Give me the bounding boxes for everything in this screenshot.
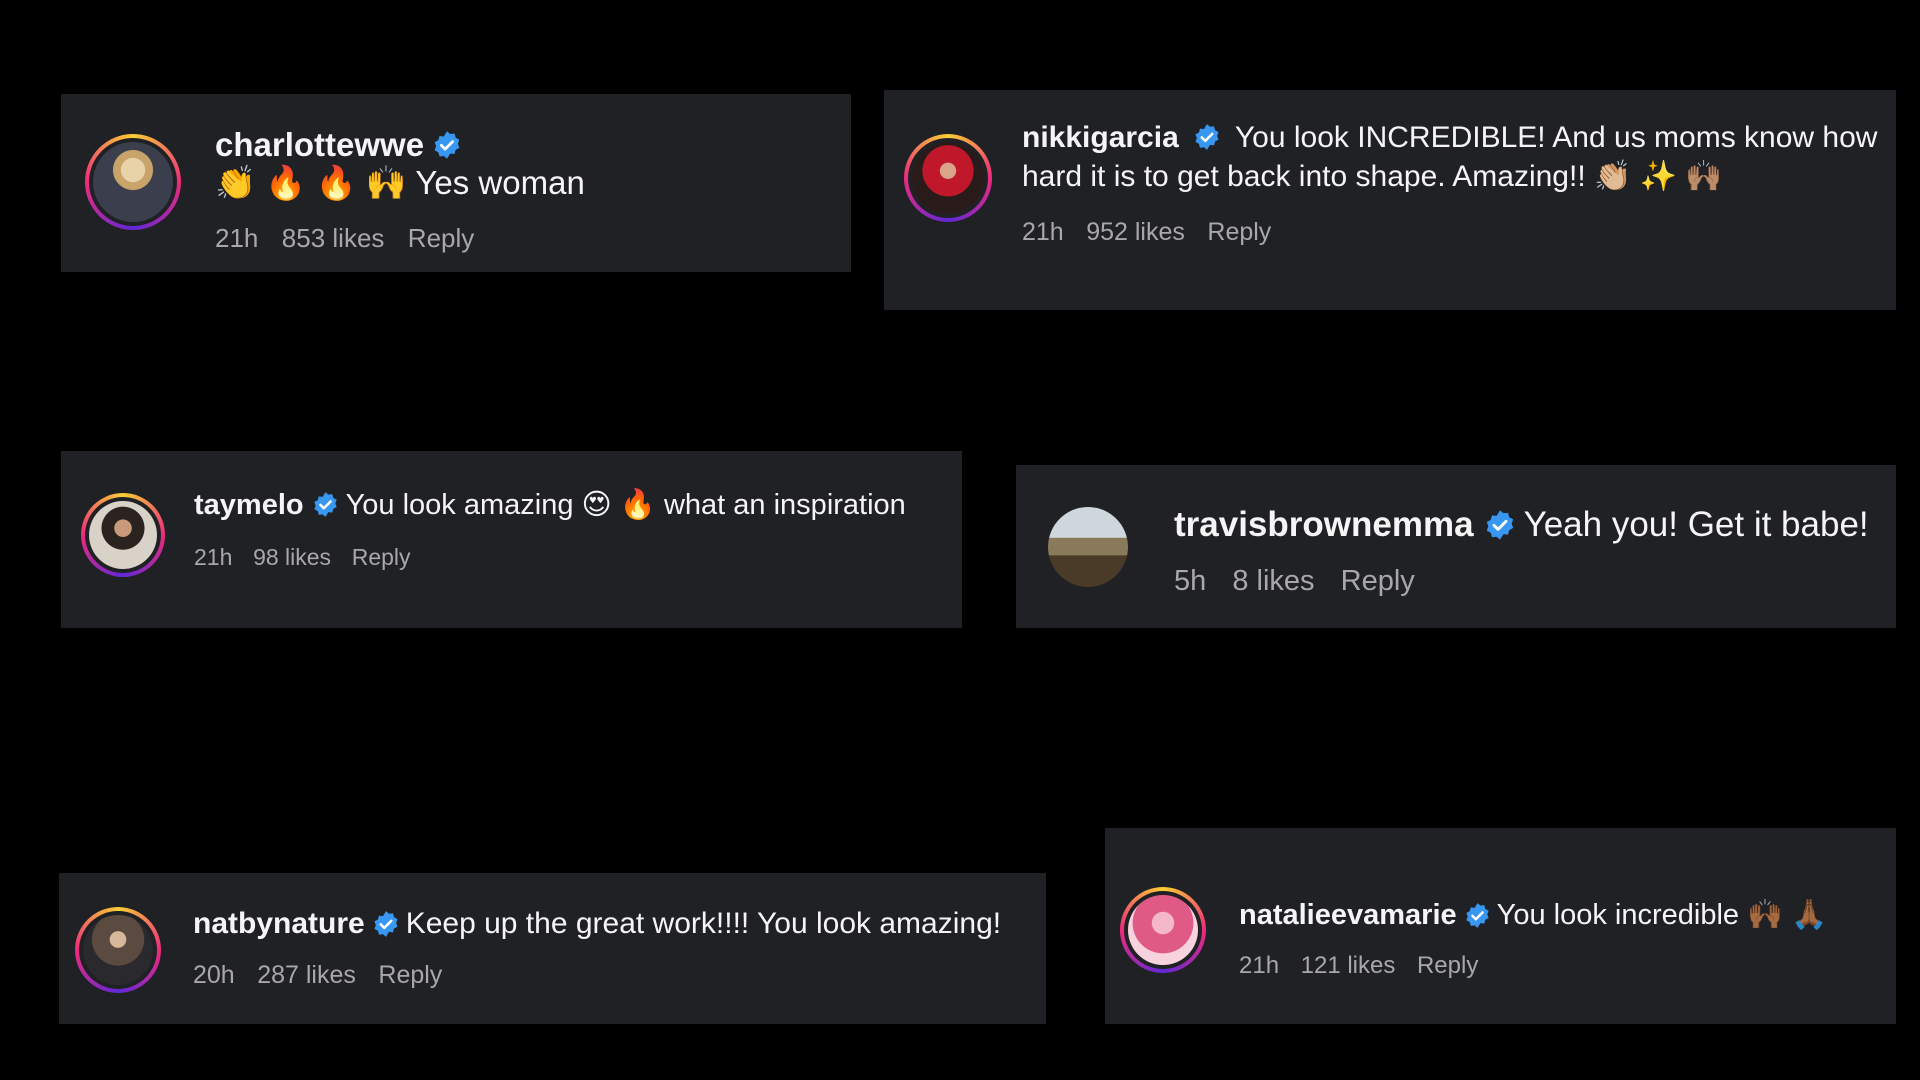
reply-button[interactable]: Reply	[1207, 218, 1271, 247]
avatar-photo-icon	[89, 501, 157, 569]
avatar-photo-icon	[1048, 507, 1128, 587]
comment-username[interactable]: travisbrownemma	[1174, 505, 1474, 545]
avatar[interactable]	[81, 493, 165, 577]
verified-badge-icon	[1486, 510, 1513, 540]
comment-username[interactable]: natbynature	[193, 907, 365, 941]
verified-badge-icon	[1466, 902, 1489, 928]
comment-card: natalieevamarie You look incredible 🙌🏾 🙏…	[1105, 828, 1896, 1024]
comment-text: You look incredible 🙌🏾 🙏🏾	[1496, 899, 1828, 931]
comment-card: charlottewwe 👏 🔥 🔥 🙌 Yes woman 21h 853 l…	[61, 94, 851, 272]
verified-badge-icon	[1195, 124, 1219, 150]
verified-badge-icon	[434, 131, 460, 159]
avatar-photo-icon	[1128, 895, 1198, 965]
avatar[interactable]	[904, 134, 992, 222]
comment-text: Keep up the great work!!!! You look amaz…	[405, 907, 1002, 940]
comment-timestamp: 21h	[194, 544, 233, 570]
reply-button[interactable]: Reply	[408, 223, 474, 254]
comment-timestamp: 20h	[193, 961, 235, 989]
avatar-photo-icon	[93, 142, 173, 222]
comment-username[interactable]: nikkigarcia	[1022, 121, 1179, 154]
comment-timestamp: 5h	[1174, 565, 1207, 597]
avatar[interactable]	[1120, 887, 1206, 973]
verified-badge-icon	[374, 911, 398, 937]
comment-card: taymelo You look amazing 😍 🔥 what an ins…	[61, 451, 962, 628]
comment-card: nikkigarcia You look INCREDIBLE! And us …	[884, 90, 1896, 310]
comment-text: Yeah you! Get it babe!	[1523, 505, 1869, 544]
comment-likes[interactable]: 952 likes	[1086, 218, 1185, 247]
comment-text: 👏 🔥 🔥 🙌 Yes woman	[215, 164, 585, 201]
comment-likes[interactable]: 8 likes	[1232, 565, 1314, 598]
comment-username[interactable]: taymelo	[194, 489, 304, 522]
avatar-photo-icon	[912, 142, 984, 214]
avatar[interactable]	[75, 907, 161, 993]
comment-timestamp: 21h	[1022, 218, 1064, 246]
comment-likes[interactable]: 287 likes	[257, 961, 356, 990]
comment-timestamp: 21h	[1239, 952, 1280, 979]
reply-button[interactable]: Reply	[352, 544, 411, 571]
reply-button[interactable]: Reply	[1417, 952, 1478, 980]
comment-timestamp: 21h	[215, 223, 259, 253]
comment-text: You look amazing 😍 🔥 what an inspiration	[345, 489, 906, 521]
avatar-photo-icon	[83, 915, 153, 985]
comment-likes[interactable]: 853 likes	[282, 223, 385, 254]
avatar[interactable]	[1048, 507, 1128, 587]
comment-likes[interactable]: 121 likes	[1301, 952, 1396, 980]
comment-card: travisbrownemma Yeah you! Get it babe! 5…	[1016, 465, 1896, 628]
reply-button[interactable]: Reply	[378, 961, 442, 990]
avatar[interactable]	[85, 134, 181, 230]
comment-username[interactable]: charlottewwe	[215, 126, 424, 164]
comment-username[interactable]: natalieevamarie	[1239, 899, 1457, 932]
verified-badge-icon	[313, 492, 337, 517]
comment-likes[interactable]: 98 likes	[253, 544, 331, 571]
comment-card: natbynature Keep up the great work!!!! Y…	[59, 873, 1046, 1024]
reply-button[interactable]: Reply	[1341, 565, 1415, 598]
